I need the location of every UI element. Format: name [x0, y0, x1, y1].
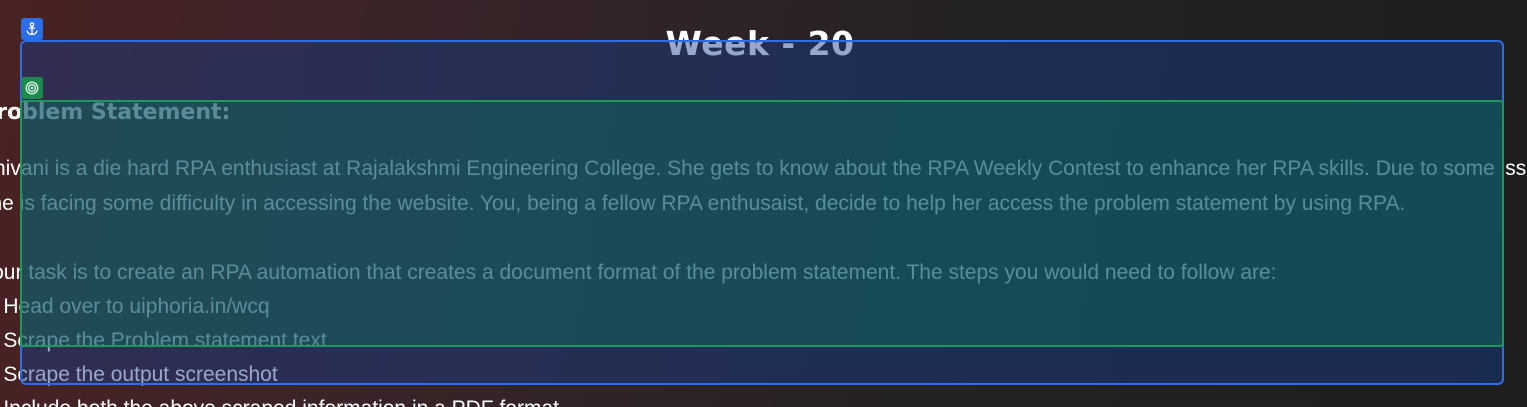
target-icon[interactable]	[21, 77, 43, 99]
anchor-icon[interactable]	[21, 18, 43, 40]
target-selection-box[interactable]	[20, 100, 1504, 347]
page: Week - 20 Problem Statement: Shivani is …	[0, 0, 1527, 407]
list-item: 4. Include both the above scraped inform…	[0, 392, 559, 407]
target-icon-glyph	[25, 81, 39, 95]
anchor-icon-glyph	[26, 22, 38, 36]
